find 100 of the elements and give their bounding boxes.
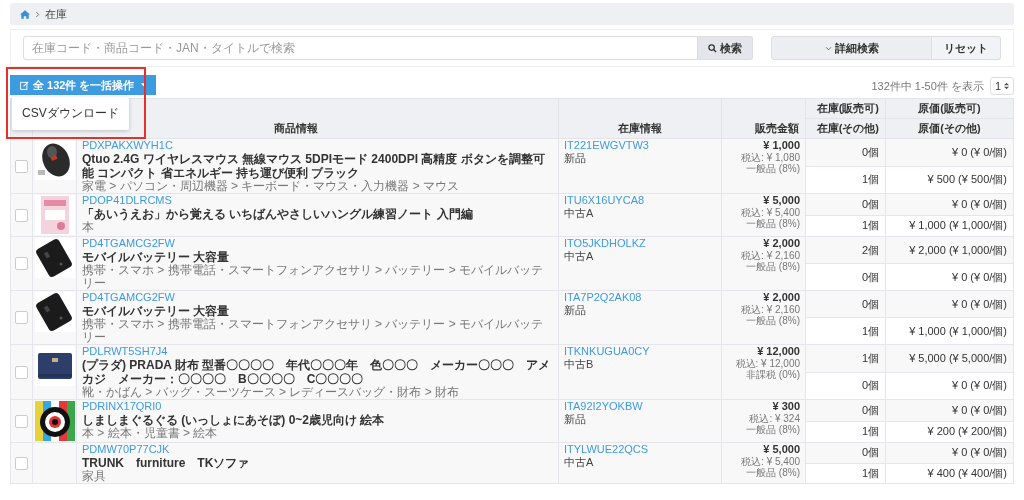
stock-quantity: 0個: [861, 145, 879, 158]
product-category: 家具: [82, 470, 107, 483]
tax-class: 一般品 (8%): [745, 163, 800, 174]
stock-quantity: 1個: [861, 351, 879, 364]
edit-icon: [20, 80, 29, 90]
stock-condition: 新品: [564, 413, 587, 426]
tax-class: 一般品 (8%): [745, 467, 800, 478]
reset-button[interactable]: リセット: [932, 36, 1001, 60]
column-header: 商品情報: [273, 122, 318, 134]
breadcrumb-current: 在庫: [45, 6, 67, 22]
product-code-link[interactable]: PDLRWT5SH7J4: [82, 345, 553, 358]
stock-condition: 新品: [564, 152, 587, 165]
column-header: 原価(販売可): [918, 102, 981, 114]
product-category: 本 > 絵本・児童書 > 絵本: [82, 427, 219, 440]
product-code-link[interactable]: PDOP41DLRCMS: [82, 194, 553, 207]
column-header: 在庫情報: [618, 122, 662, 134]
stock-code-link[interactable]: ITYLWUE22QCS: [564, 443, 716, 456]
tax-class: 一般品 (8%): [745, 315, 800, 326]
product-title: モバイルバッテリー 大容量: [82, 250, 231, 264]
tax-class: 一般品 (8%): [745, 424, 800, 435]
cost-value: ¥ 0 (¥ 0/個): [951, 297, 1007, 310]
advanced-search-button[interactable]: 詳細検索: [771, 36, 932, 60]
column-header: 在庫(販売可): [816, 102, 879, 114]
row-checkbox[interactable]: [15, 208, 28, 222]
column-header: 販売金額: [755, 122, 799, 134]
stock-code-link[interactable]: ITU6X16UYCA8: [564, 194, 716, 207]
stock-condition: 中古A: [564, 207, 595, 220]
stock-quantity: 2個: [861, 243, 879, 256]
stock-quantity: 1個: [861, 219, 879, 232]
tax-included-price: 税込: ¥ 324: [748, 413, 800, 424]
stock-condition: 中古B: [564, 358, 595, 371]
stock-quantity: 1個: [861, 324, 879, 337]
stock-code-link[interactable]: ITKNKUGUA0CY: [564, 345, 716, 358]
stock-code-link[interactable]: ITO5JKDHOLKZ: [564, 237, 716, 250]
page-summary: 132件中 1-50件 を表示: [871, 78, 984, 94]
product-title: モバイルバッテリー 大容量: [82, 304, 231, 318]
stock-quantity: 0個: [861, 297, 879, 310]
cost-value: ¥ 0 (¥ 0/個): [951, 379, 1007, 392]
product-title: Qtuo 2.4G ワイヤレスマウス 無線マウス 5DPIモード 2400DPI 高精度 ボタンを調整可能 コンパクト 省エネルギー 持ち運び便利 ブラック: [82, 152, 546, 180]
chevron-down-icon: [824, 45, 832, 51]
tax-included-price: 税込: ¥ 12,000: [734, 358, 800, 369]
tax-included-price: 税込: ¥ 1,080: [740, 152, 800, 163]
stock-quantity: 0個: [861, 379, 879, 392]
bulk-action-button[interactable]: 全 132件 を一括操作: [10, 75, 157, 95]
product-category: 携帯・スマホ > 携帯電話・スマートフォンアクセサリ > バッテリー > モバイルバッテリー: [82, 264, 545, 290]
sale-price: ¥ 12,000: [756, 345, 800, 358]
cost-value: ¥ 400 (¥ 400/個): [927, 466, 1007, 479]
cost-value: ¥ 0 (¥ 0/個): [951, 145, 1007, 158]
stock-quantity: 1個: [861, 466, 879, 479]
caret-icon: [141, 83, 147, 87]
product-code-link[interactable]: PDMW70P77CJK: [82, 443, 553, 456]
tax-included-price: 税込: ¥ 2,160: [740, 304, 800, 315]
stock-quantity: 0個: [861, 446, 879, 459]
stock-quantity: 1個: [861, 173, 879, 186]
stock-condition: 新品: [564, 304, 587, 317]
row-checkbox[interactable]: [15, 365, 28, 379]
row-checkbox[interactable]: [15, 311, 28, 325]
cost-value: ¥ 500 (¥ 500/個): [927, 173, 1007, 186]
stock-condition: 中古A: [564, 250, 595, 263]
cost-value: ¥ 1,000 (¥ 1,000/個): [909, 324, 1007, 337]
sale-price: ¥ 2,000: [762, 291, 800, 304]
row-checkbox[interactable]: [15, 257, 28, 271]
product-title: 「あいうえお」から覚える いちばんやさしいハングル練習ノート 入門編: [82, 207, 474, 221]
menu-item[interactable]: CSVダウンロード: [22, 102, 119, 125]
stock-quantity: 0個: [861, 197, 879, 210]
cost-value: ¥ 2,000 (¥ 1,000/個): [909, 243, 1007, 256]
stock-code-link[interactable]: ITA7P2Q2AK08: [564, 291, 716, 304]
page-select[interactable]: 1: [989, 77, 1014, 95]
column-header: 在庫(その他): [816, 122, 879, 134]
cost-value: ¥ 0 (¥ 0/個): [951, 403, 1007, 416]
search-button[interactable]: 検索: [698, 36, 753, 60]
stock-quantity: 0個: [861, 403, 879, 416]
chevron-right-icon: [35, 10, 40, 18]
cost-value: ¥ 5,000 (¥ 5,000/個): [909, 351, 1007, 364]
product-code-link[interactable]: PDRINX17QRI0: [82, 400, 553, 413]
row-checkbox[interactable]: [15, 414, 28, 428]
row-checkbox[interactable]: [15, 456, 28, 470]
product-code-link[interactable]: PD4TGAMCG2FW: [82, 237, 553, 250]
stock-code-link[interactable]: ITA92I2YOKBW: [564, 400, 716, 413]
search-field[interactable]: 在庫コード・商品コード・JAN・タイトルで検索: [23, 36, 698, 60]
product-category: 本: [82, 221, 94, 234]
column-header: 原価(その他): [918, 122, 981, 134]
tax-included-price: 税込: ¥ 5,400: [740, 207, 800, 218]
tax-class: 非課税 (0%): [745, 369, 800, 380]
product-code-link[interactable]: PD4TGAMCG2FW: [82, 291, 553, 304]
sale-price: ¥ 2,000: [762, 237, 800, 250]
tax-class: 一般品 (8%): [745, 218, 800, 229]
product-category: 靴・かばん > バッグ・スーツケース > レディースバッグ・財布 > 財布: [82, 386, 461, 399]
cost-value: ¥ 0 (¥ 0/個): [951, 270, 1007, 283]
row-checkbox[interactable]: [15, 159, 28, 173]
cost-value: ¥ 0 (¥ 0/個): [951, 446, 1007, 459]
sale-price: ¥ 1,000: [762, 139, 800, 152]
sale-price: ¥ 300: [771, 400, 800, 413]
stock-code-link[interactable]: IT221EWGVTW3: [564, 139, 716, 152]
product-code-link[interactable]: PDXPAKXWYH1C: [82, 139, 553, 152]
sale-price: ¥ 5,000: [762, 194, 800, 207]
product-category: 家電 > パソコン・周辺機器 > キーボード・マウス・入力機器 > マウス: [82, 180, 461, 193]
product-category: 携帯・スマホ > 携帯電話・スマートフォンアクセサリ > バッテリー > モバイルバッテリー: [82, 318, 545, 344]
cost-value: ¥ 200 (¥ 200/個): [927, 425, 1007, 438]
home-icon[interactable]: [20, 9, 30, 19]
